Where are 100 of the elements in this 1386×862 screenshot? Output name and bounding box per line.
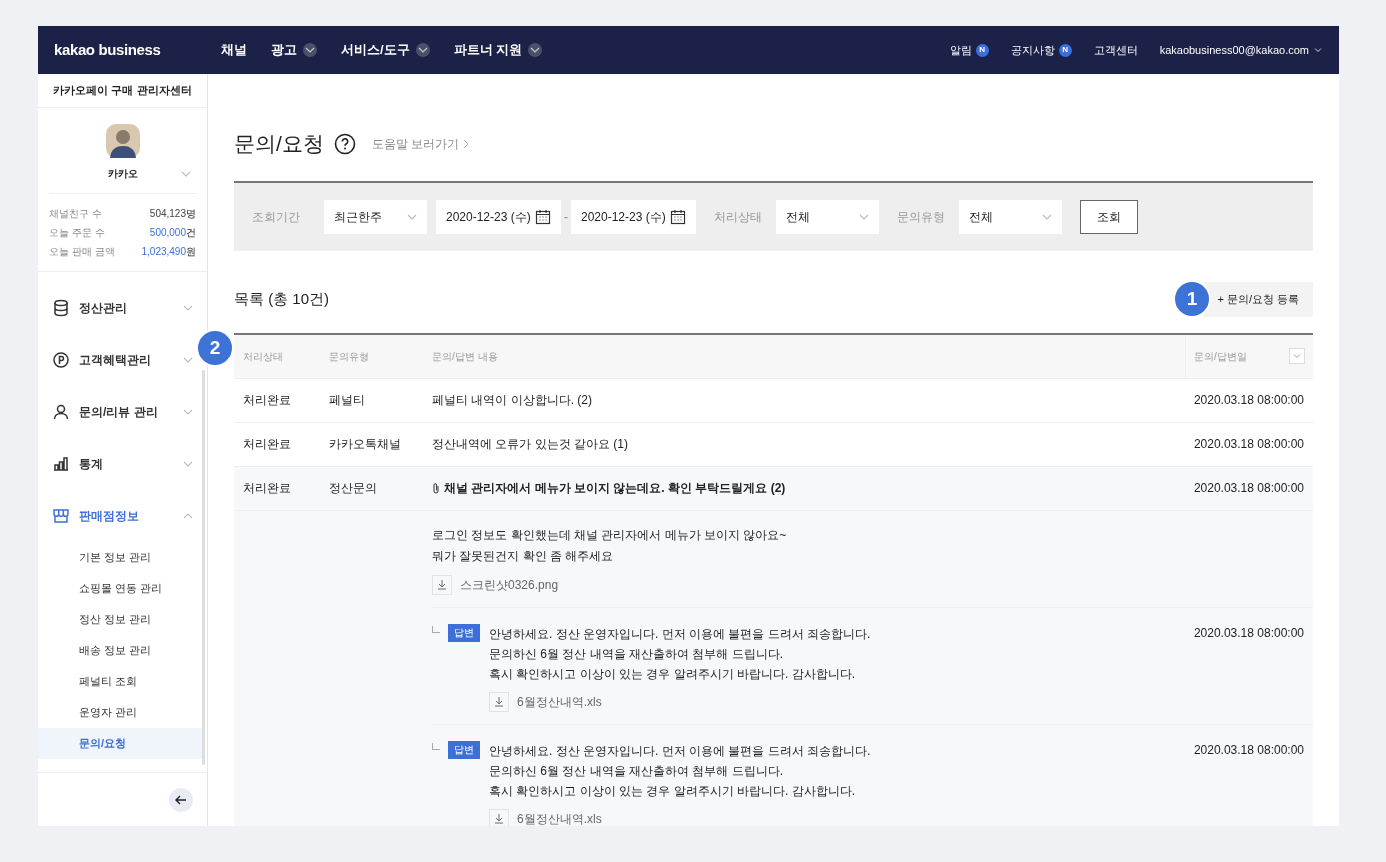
status-select[interactable]: 전체 — [776, 199, 879, 234]
store-icon — [52, 507, 70, 525]
table-cell-text: 정산내역에 오류가 있는것 같아요 (1) — [432, 436, 628, 453]
list-title: 목록 (총 10건) — [234, 288, 329, 309]
attachment-link[interactable]: 스크린샷0326.png — [460, 575, 559, 594]
filter-label: 처리상태 — [714, 208, 763, 226]
stat-value: 504,123명 — [149, 207, 196, 221]
sidebar-submenu-item[interactable]: 페널티 조회 — [38, 666, 203, 697]
avatar-icon — [105, 124, 140, 158]
reply-date: 2020.03.18 08:00:00 — [1193, 741, 1304, 759]
chevron-down-icon — [183, 305, 193, 311]
dropdown-icon[interactable] — [528, 43, 543, 57]
table-cell-text: 정산문의 — [328, 480, 378, 497]
sidebar-submenu-item[interactable]: 운영자 관리 — [38, 697, 203, 728]
help-icon[interactable] — [333, 132, 356, 155]
column-header: 처리상태 — [242, 349, 284, 364]
end-date-field[interactable]: 2020-12-23 (수) — [571, 199, 696, 234]
sidebar-menu-item[interactable]: 고객혜택관리 — [38, 334, 195, 386]
sidebar-menu-item[interactable]: 문의/리뷰 관리 — [38, 386, 195, 438]
logo[interactable]: kakao business — [54, 38, 221, 62]
sidebar-submenu-item[interactable]: 쇼핑몰 연동 관리 — [38, 573, 203, 604]
chevron-down-icon — [183, 357, 193, 363]
nav-link[interactable]: 서비스/도구 — [341, 40, 430, 60]
user-icon — [52, 403, 70, 421]
scrollbar[interactable] — [202, 370, 205, 765]
reply-indent-icon — [432, 625, 440, 633]
chevron-down-icon — [859, 213, 869, 220]
annotation-badge: 2 — [196, 329, 234, 367]
profile-name: 카카오 — [107, 167, 138, 181]
sidebar-title: 카카오페이 구매 관리자센터 — [38, 74, 207, 108]
chevron-down-icon — [181, 170, 191, 177]
sidebar-menu-item[interactable]: 판매점정보 — [38, 490, 195, 542]
attachment-link[interactable]: 6월정산내역.xls — [517, 692, 602, 711]
table-row[interactable]: 처리완료 정산문의 채널 관리자에서 메뉴가 보이지 않는데요. 확인 부탁드릴게요 (2) 2020.03.18 08:00:00 — [234, 466, 1313, 511]
chevron-down-icon — [305, 47, 315, 53]
table-cell-text: 처리완료 — [242, 392, 292, 409]
table-cell-text: 처리완료 — [242, 436, 292, 453]
chevron-down-icon — [530, 47, 541, 53]
collapse-sidebar-button[interactable] — [169, 787, 193, 812]
dropdown-icon[interactable] — [415, 43, 430, 57]
dropdown-icon[interactable] — [303, 43, 317, 57]
calendar-icon[interactable] — [670, 208, 686, 225]
stat-label: 오늘 주문 수 — [49, 226, 105, 240]
header-link[interactable]: 알림 N — [949, 41, 989, 59]
table-row[interactable]: 처리완료 페널티 페널티 내역이 이상합니다. (2) 2020.03.18 08:00:00 — [234, 378, 1313, 423]
column-header: 문의유형 — [328, 349, 370, 364]
account-menu[interactable]: kakaobusiness00@kakao.com — [1159, 41, 1323, 59]
reply-badge: 답변 — [448, 623, 480, 642]
new-badge: N — [1058, 43, 1072, 57]
reply-date: 2020.03.18 08:00:00 — [1193, 624, 1304, 642]
search-button[interactable]: 조회 — [1080, 199, 1138, 234]
database-icon — [52, 299, 70, 317]
attachment-link[interactable]: 6월정산내역.xls — [517, 809, 602, 826]
table-cell-text: 처리완료 — [242, 480, 292, 497]
reply-badge: 답변 — [448, 740, 480, 759]
reply-indent-icon — [432, 742, 440, 750]
stat-label: 채널친구 수 — [49, 207, 102, 221]
type-select[interactable]: 전체 — [959, 199, 1062, 234]
bar-chart-icon — [52, 455, 70, 473]
reply-text: 안녕하세요. 정산 운영자입니다. 먼저 이용에 불편을 드려서 죄송합니다. 문의하신 6월 정산 내역을 재산출하여 첨부해 드립니다. 혹시 확인하시고 이상이 있는 경우 알려주시기 바랍니다. 감사합니다. — [489, 625, 872, 683]
page-title: 문의/요청 — [234, 131, 324, 157]
table-row[interactable]: 처리완료 카카오톡채널 정산내역에 오류가 있는것 같아요 (1) 2020.03.18 08:00:00 — [234, 422, 1313, 467]
sidebar-submenu-item[interactable]: 배송 정보 관리 — [38, 635, 203, 666]
arrow-left-icon — [175, 794, 187, 805]
p-coin-icon — [52, 351, 70, 369]
chevron-down-icon — [1042, 213, 1052, 220]
sidebar-menu-item[interactable]: 통계 — [38, 438, 195, 490]
start-date-field[interactable]: 2020-12-23 (수) — [436, 199, 561, 234]
sidebar-submenu-item[interactable]: 정산 정보 관리 — [38, 604, 203, 635]
nav-link[interactable]: 채널 — [221, 40, 247, 60]
sidebar-menu-item[interactable]: 정산관리 — [38, 282, 195, 334]
filter-label: 조회기간 — [252, 208, 301, 226]
table-cell-text: 2020.03.18 08:00:00 — [1192, 392, 1305, 409]
stat-value: 1,023,490원 — [141, 245, 196, 259]
nav-link[interactable]: 파트너 지원 — [453, 40, 543, 60]
nav-link[interactable]: 광고 — [271, 40, 317, 60]
table-cell-text: 페널티 내역이 이상합니다. (2) — [432, 392, 592, 409]
column-header: 문의/답변 내용 — [431, 349, 499, 364]
table-cell-text: 2020.03.18 08:00:00 — [1192, 480, 1305, 497]
annotation-badge: 1 — [1173, 280, 1211, 318]
chevron-right-icon — [463, 138, 470, 149]
question-text: 로그인 정보도 확인했는데 채널 관리자에서 메뉴가 보이지 않아요~ 뭐가 잘못된건지 확인 좀 해주세요 — [432, 526, 788, 565]
header-link[interactable]: 고객센터 — [1093, 41, 1138, 59]
header-link[interactable]: 공지사항 N — [1010, 41, 1072, 59]
stat-label: 오늘 판매 금액 — [49, 245, 115, 259]
chevron-up-icon — [183, 513, 193, 519]
sidebar-submenu-item[interactable]: 기본 정보 관리 — [38, 542, 203, 573]
help-link[interactable]: 도움말 보러가기 — [371, 134, 470, 153]
new-badge: N — [975, 43, 989, 57]
chevron-down-icon — [183, 461, 193, 467]
date-separator: - — [564, 208, 568, 226]
chevron-down-icon — [417, 47, 428, 53]
chevron-down-icon — [183, 409, 193, 415]
calendar-icon[interactable] — [535, 208, 551, 225]
chevron-down-icon — [407, 213, 417, 220]
register-button[interactable]: + 문의/요청 등록 — [1203, 281, 1313, 317]
period-select[interactable]: 최근한주 — [324, 199, 427, 234]
table-cell-text: 채널 관리자에서 메뉴가 보이지 않는데요. 확인 부탁드릴게요 (2) — [444, 480, 786, 497]
table-cell-text: 페널티 — [328, 392, 366, 409]
sidebar-submenu-item[interactable]: 문의/요청 — [38, 728, 203, 759]
